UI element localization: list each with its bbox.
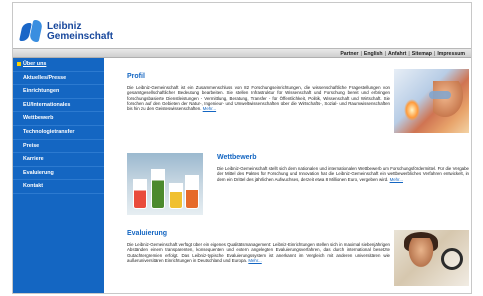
- main-content: Profil Die Leibniz-Gemeinschaft ist ein …: [104, 58, 471, 293]
- sidebar-item-eu-internationales[interactable]: EU/Internationales: [13, 99, 104, 113]
- nav-link-partner[interactable]: Partner: [340, 51, 358, 57]
- section-text-evaluierung: Die Leibniz-Gemeinschaft verfügt über ei…: [127, 242, 390, 263]
- page: Leibniz Gemeinschaft Partner | English |…: [12, 2, 472, 294]
- sidebar: Über uns Aktuelles/Presse Einrichtungen …: [13, 58, 104, 293]
- nav-separator: |: [408, 51, 410, 57]
- section-text-profil: Die Leibniz-Gemeinschaft ist ein Zusamme…: [127, 85, 390, 111]
- sidebar-item-wettbewerb[interactable]: Wettbewerb: [13, 112, 104, 126]
- section-evaluierung: Evaluierung Die Leibniz-Gemeinschaft ver…: [127, 230, 390, 263]
- sidebar-item-evaluierung[interactable]: Evaluierung: [13, 167, 104, 181]
- sidebar-item-technologietransfer[interactable]: Technologietransfer: [13, 126, 104, 140]
- nav-link-sitemap[interactable]: Sitemap: [412, 51, 432, 57]
- section-wettbewerb: Wettbewerb Die Leibniz-Gemeinschaft stel…: [217, 154, 469, 182]
- nav-link-impressum[interactable]: Impressum: [437, 51, 465, 57]
- profil-photo: [394, 69, 469, 133]
- section-title-wettbewerb[interactable]: Wettbewerb: [217, 154, 469, 161]
- sidebar-item-label: Über uns: [23, 61, 47, 67]
- wettbewerb-photo: [127, 153, 203, 215]
- evaluierung-photo: [394, 230, 469, 286]
- nav-separator: |: [433, 51, 436, 57]
- top-nav-bar: Partner | English | Anfahrt | Sitemap | …: [13, 48, 471, 58]
- nav-link-anfahrt[interactable]: Anfahrt: [388, 51, 406, 57]
- section-profil: Profil Die Leibniz-Gemeinschaft ist ein …: [127, 73, 390, 111]
- section-title-profil[interactable]: Profil: [127, 73, 390, 80]
- sidebar-item-aktuelles-presse[interactable]: Aktuelles/Presse: [13, 72, 104, 86]
- more-link-wettbewerb[interactable]: Mehr...: [390, 177, 403, 182]
- section-title-evaluierung[interactable]: Evaluierung: [127, 230, 390, 237]
- sidebar-item-karriere[interactable]: Karriere: [13, 153, 104, 167]
- nav-separator: |: [360, 51, 362, 57]
- sidebar-item-einrichtungen[interactable]: Einrichtungen: [13, 85, 104, 99]
- logo-mark-icon: [19, 20, 44, 44]
- header: Leibniz Gemeinschaft: [13, 3, 471, 48]
- logo-text: Leibniz Gemeinschaft: [47, 22, 113, 42]
- leibniz-logo[interactable]: Leibniz Gemeinschaft: [19, 19, 113, 45]
- sidebar-item-ueber-uns[interactable]: Über uns: [13, 58, 104, 72]
- nav-separator: |: [384, 51, 386, 57]
- wettbewerb-body: Die Leibniz-Gemeinschaft stellt sich dem…: [217, 166, 469, 182]
- logo-line2: Gemeinschaft: [47, 31, 114, 42]
- more-link-evaluierung[interactable]: Mehr...: [248, 258, 261, 263]
- bullet-icon: [17, 61, 21, 66]
- profil-body: Die Leibniz-Gemeinschaft ist ein Zusamme…: [127, 85, 390, 112]
- sidebar-item-preise[interactable]: Preise: [13, 140, 104, 154]
- more-link-profil[interactable]: Mehr...: [203, 106, 216, 111]
- nav-link-english[interactable]: English: [364, 51, 383, 57]
- section-text-wettbewerb: Die Leibniz-Gemeinschaft stellt sich dem…: [217, 166, 469, 182]
- sidebar-item-kontakt[interactable]: Kontakt: [13, 180, 104, 194]
